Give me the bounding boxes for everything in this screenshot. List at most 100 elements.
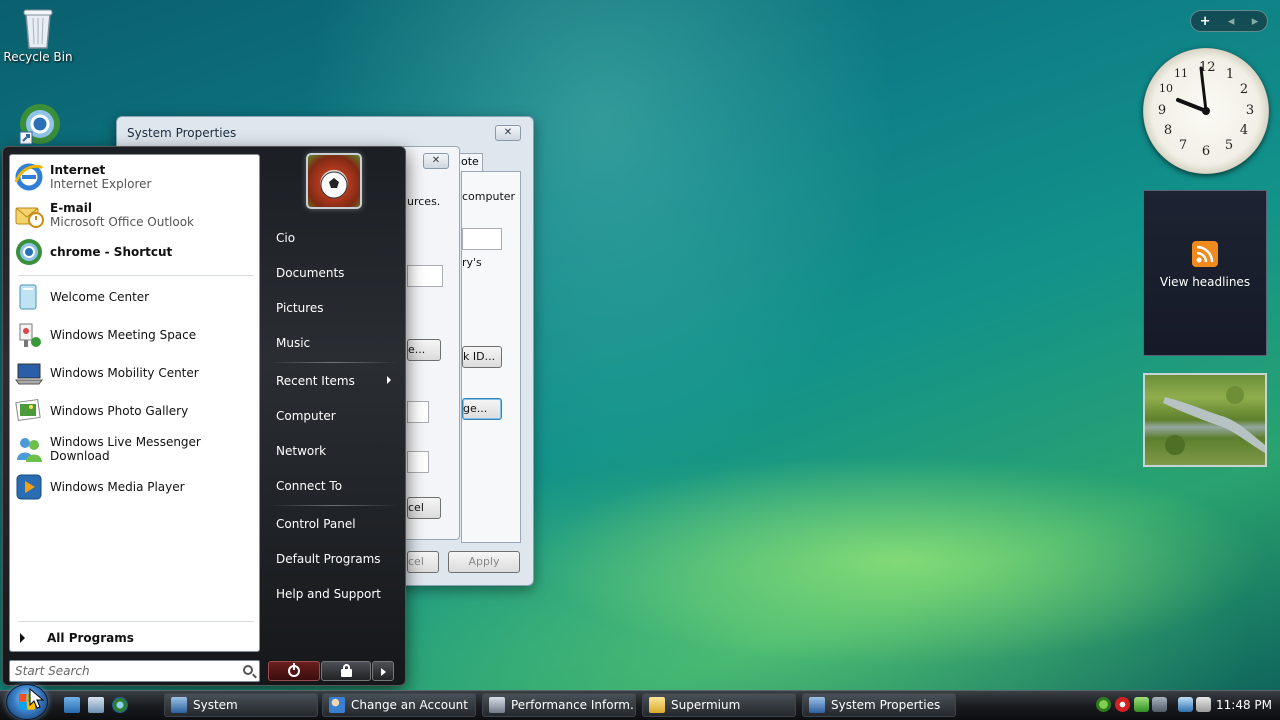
start-item-user[interactable]: Cio xyxy=(276,231,295,245)
change-button[interactable]: ge... xyxy=(462,398,502,420)
program-label: Windows Photo Gallery xyxy=(50,404,189,418)
list-item-meeting-space[interactable]: Windows Meeting Space xyxy=(14,317,257,353)
desktop-icon-recycle-bin[interactable]: Recycle Bin xyxy=(0,4,76,64)
start-item-network[interactable]: Network xyxy=(276,444,326,458)
system-icon xyxy=(171,697,187,713)
start-item-recent-items[interactable]: Recent Items xyxy=(276,374,355,388)
start-search-placeholder: Start Search xyxy=(15,664,90,678)
slideshow-gadget[interactable] xyxy=(1143,373,1267,467)
dialog-text-fragment: computer xyxy=(462,190,516,203)
folder-icon xyxy=(649,697,665,713)
shutdown-options-button[interactable] xyxy=(372,661,394,681)
recycle-bin-icon xyxy=(18,4,58,49)
dialog-text-fragment: urces. xyxy=(407,195,441,208)
taskbar-clock[interactable]: 11:48 PM xyxy=(1216,698,1272,712)
pinned-title: E-mail xyxy=(50,201,93,215)
desktop-icon-label: Recycle Bin xyxy=(3,50,73,64)
welcome-center-icon xyxy=(14,282,44,312)
start-item-music[interactable]: Music xyxy=(276,336,310,350)
pinned-email-outlook[interactable]: E-mail Microsoft Office Outlook xyxy=(14,197,257,233)
start-item-control-panel[interactable]: Control Panel xyxy=(276,517,356,531)
list-item-welcome-center[interactable]: Welcome Center xyxy=(14,279,257,315)
landscape-image xyxy=(1163,386,1265,455)
program-label: Windows Live Messenger Download xyxy=(50,435,201,463)
update-icon[interactable] xyxy=(1134,697,1149,712)
taskbar-item-label: Supermium xyxy=(671,698,741,712)
pinned-subtitle: Microsoft Office Outlook xyxy=(50,215,194,229)
start-item-connect-to[interactable]: Connect To xyxy=(276,479,342,493)
dialog-textbox[interactable] xyxy=(407,265,443,287)
dialog-textbox[interactable] xyxy=(462,228,502,250)
dialog-tab-page: computer ry's k ID... ge... xyxy=(461,171,521,543)
photo-gallery-icon xyxy=(14,396,44,426)
taskbar-item-system[interactable]: System xyxy=(164,693,318,717)
pinned-subtitle: Internet Explorer xyxy=(50,177,152,191)
more-button[interactable]: e... xyxy=(407,339,441,361)
desktop-icon-chrome-shortcut[interactable] xyxy=(0,102,76,148)
pinned-chrome-shortcut[interactable]: chrome - Shortcut xyxy=(14,234,257,270)
messenger-icon xyxy=(14,434,44,464)
performance-icon xyxy=(489,697,505,713)
dialog-close-button[interactable]: ✕ xyxy=(495,125,521,141)
network-icon[interactable] xyxy=(1178,697,1193,712)
inner-dialog-close-button[interactable]: ✕ xyxy=(423,153,449,169)
start-search-input[interactable]: Start Search xyxy=(9,660,260,682)
sidebar-next-button[interactable]: ▸ xyxy=(1252,14,1259,29)
user-avatar[interactable] xyxy=(306,153,362,209)
taskbar-item-label: System xyxy=(193,698,238,712)
inner-cancel-button[interactable]: cel xyxy=(407,497,441,519)
device-icon[interactable] xyxy=(1152,697,1167,712)
lock-icon xyxy=(341,669,352,677)
pinned-title: Internet xyxy=(50,163,106,177)
computer-name-dialog: ✕ urces. e... cel xyxy=(400,146,460,540)
start-right-separator xyxy=(268,505,398,506)
feed-headlines-label: View headlines xyxy=(1159,275,1251,289)
start-item-computer[interactable]: Computer xyxy=(276,409,336,423)
list-item-live-messenger[interactable]: Windows Live Messenger Download xyxy=(14,431,257,467)
taskbar-item-label: Change an Account xyxy=(351,698,468,712)
system-properties-icon xyxy=(809,697,825,713)
search-icon[interactable] xyxy=(243,665,253,675)
volume-muted-icon[interactable] xyxy=(1196,697,1211,712)
dialog-textbox[interactable] xyxy=(407,451,429,473)
security-alert-icon[interactable] xyxy=(1115,697,1130,712)
dialog-textbox[interactable] xyxy=(407,401,429,423)
apply-button[interactable]: Apply xyxy=(448,551,520,573)
taskbar-item-label: System Properties xyxy=(831,698,941,712)
lock-button[interactable] xyxy=(321,661,371,681)
start-item-default-programs[interactable]: Default Programs xyxy=(276,552,381,566)
network-id-button[interactable]: k ID... xyxy=(462,346,502,368)
taskbar-item-change-account[interactable]: Change an Account xyxy=(322,693,476,717)
chevron-right-icon xyxy=(381,668,386,676)
program-label: Windows Mobility Center xyxy=(50,366,199,380)
taskbar-item-performance-info[interactable]: Performance Inform... xyxy=(482,693,636,717)
switch-windows-icon[interactable] xyxy=(88,697,104,713)
all-programs-label: All Programs xyxy=(47,631,134,645)
chrome-icon xyxy=(18,102,60,146)
list-item-mobility-center[interactable]: Windows Mobility Center xyxy=(14,355,257,391)
taskbar-item-system-properties[interactable]: System Properties xyxy=(802,693,956,717)
outlook-icon xyxy=(14,200,44,230)
all-programs-button[interactable]: All Programs xyxy=(20,631,134,645)
taskbar-item-supermium[interactable]: Supermium xyxy=(642,693,796,717)
list-item-photo-gallery[interactable]: Windows Photo Gallery xyxy=(14,393,257,429)
sidebar-controls: + ◂ ▸ xyxy=(1190,10,1268,32)
start-item-pictures[interactable]: Pictures xyxy=(276,301,324,315)
all-programs-separator xyxy=(18,621,254,622)
clock-gadget[interactable]: 12 1 2 3 4 5 6 7 8 9 10 11 xyxy=(1143,48,1269,174)
pinned-title: chrome - Shortcut xyxy=(50,245,173,259)
program-label: Windows Meeting Space xyxy=(50,328,197,342)
sidebar-prev-button[interactable]: ◂ xyxy=(1228,14,1235,29)
start-item-help-support[interactable]: Help and Support xyxy=(276,587,381,601)
pinned-internet-explorer[interactable]: Internet Internet Explorer xyxy=(14,159,257,195)
pinned-separator xyxy=(18,275,254,276)
power-button[interactable] xyxy=(268,661,320,681)
list-item-media-player[interactable]: Windows Media Player xyxy=(14,469,257,505)
chrome-icon[interactable] xyxy=(112,697,128,713)
show-desktop-icon[interactable] xyxy=(64,697,80,713)
sidebar-add-button[interactable]: + xyxy=(1200,14,1211,29)
start-item-documents[interactable]: Documents xyxy=(276,266,344,280)
feed-headlines-gadget[interactable]: View headlines xyxy=(1143,190,1267,356)
cancel-button[interactable]: cel xyxy=(407,551,439,573)
messenger-tray-icon[interactable] xyxy=(1096,697,1111,712)
